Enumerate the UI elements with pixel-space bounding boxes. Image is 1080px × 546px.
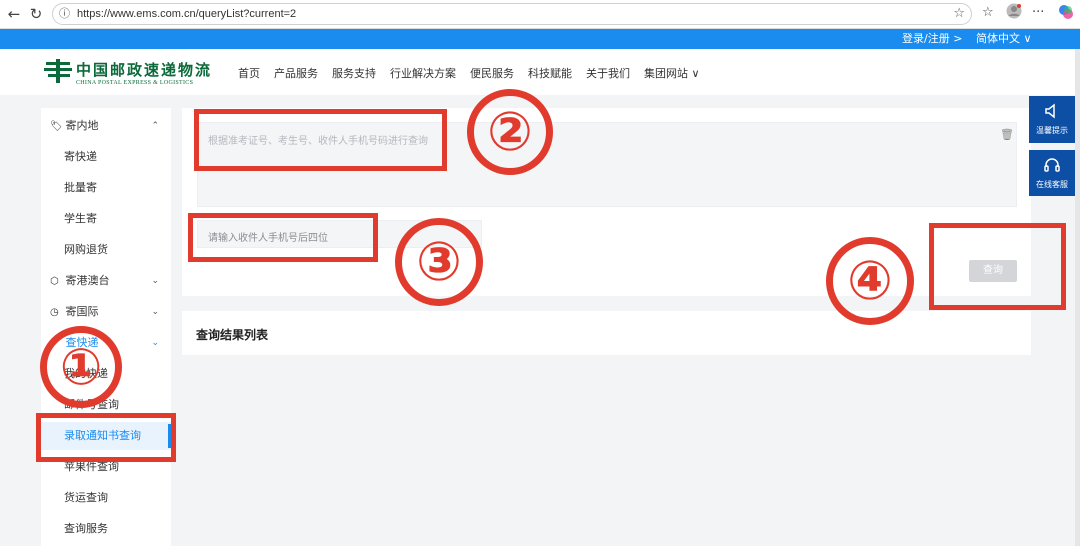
sidebar: 🏷︎ 寄内地 ⌃ 寄快递 批量寄 学生寄 网购退货 ⬡ 寄港澳台 ⌄ ◷ 寄国际… [41, 108, 171, 546]
chevron-down-icon: ⌄ [151, 307, 159, 317]
annotation-number-1: ① [40, 326, 122, 408]
globe-icon: ◷ [50, 307, 59, 318]
sidebar-item-online-return[interactable]: 网购退货 [41, 236, 171, 264]
tips-label: 温馨提示 [1036, 126, 1068, 135]
annotation-box-2 [194, 109, 447, 171]
annotation-number-3: ③ [395, 218, 483, 306]
language-select[interactable]: 简体中文 ∨ [976, 31, 1032, 46]
profile-icon[interactable] [1006, 3, 1022, 23]
online-service-button[interactable]: 在线客服 [1029, 150, 1075, 196]
nav-group-sites[interactable]: 集团网站 ∨ [644, 65, 700, 81]
annotation-box-4 [929, 223, 1066, 310]
annotation-number-2: ② [467, 89, 553, 175]
nav-convenience[interactable]: 便民服务 [470, 65, 514, 81]
reload-icon[interactable]: ↻ [26, 4, 46, 24]
annotation-box-1 [36, 413, 176, 462]
scrollbar[interactable] [1075, 49, 1080, 546]
url-text[interactable]: https://www.ems.com.cn/queryList?current… [77, 7, 296, 22]
site-header: 中国邮政速递物流 CHINA POSTAL EXPRESS & LOGISTIC… [0, 49, 1080, 95]
nav-products[interactable]: 产品服务 [274, 65, 318, 81]
headset-icon [1029, 150, 1075, 179]
nav-about[interactable]: 关于我们 [586, 65, 630, 81]
nav-support[interactable]: 服务支持 [332, 65, 376, 81]
more-icon[interactable]: ··· [1032, 5, 1044, 20]
favorites-icon[interactable]: ☆ [982, 5, 994, 20]
results-panel: 查询结果列表 [182, 311, 1031, 355]
star-icon[interactable]: ☆ [953, 6, 965, 21]
results-title: 查询结果列表 [196, 328, 269, 342]
logo-text-cn[interactable]: 中国邮政速递物流 [76, 59, 212, 80]
annotation-number-4: ④ [826, 237, 914, 325]
online-service-label: 在线客服 [1036, 180, 1068, 189]
sidebar-item-query-service[interactable]: 查询服务 [41, 515, 171, 543]
sidebar-group-hk-macao-tw[interactable]: ⬡ 寄港澳台 ⌄ [41, 267, 171, 295]
annotation-box-3 [188, 213, 378, 262]
nav-home[interactable]: 首页 [238, 65, 260, 81]
sidebar-item-send-express[interactable]: 寄快递 [41, 143, 171, 171]
trash-icon[interactable]: 🗑︎ [1000, 128, 1014, 141]
chevron-up-icon: ⌃ [151, 121, 159, 131]
sidebar-item-label: 寄内地 [65, 119, 99, 132]
sidebar-item-bulk-send[interactable]: 批量寄 [41, 174, 171, 202]
arrow-left-icon[interactable]: ← [4, 4, 24, 24]
chevron-down-icon: ⌄ [151, 276, 159, 286]
sidebar-item-student-send[interactable]: 学生寄 [41, 205, 171, 233]
nav-solutions[interactable]: 行业解决方案 [390, 65, 456, 81]
chevron-down-icon: ⌄ [151, 338, 159, 348]
sidebar-item-label: 寄港澳台 [65, 274, 110, 287]
sidebar-group-domestic[interactable]: 🏷︎ 寄内地 ⌃ [41, 112, 171, 140]
sidebar-item-label: 寄国际 [65, 305, 99, 318]
tips-button[interactable]: 温馨提示 [1029, 96, 1075, 143]
tag-icon: 🏷︎ [50, 121, 63, 132]
speaker-icon [1029, 96, 1075, 125]
top-bar: 登录/注册 > 简体中文 ∨ [0, 29, 1080, 49]
logo-text-en: CHINA POSTAL EXPRESS & LOGISTICS [76, 80, 194, 86]
login-link[interactable]: 登录/注册 > [902, 31, 962, 46]
sidebar-group-international[interactable]: ◷ 寄国际 ⌄ [41, 298, 171, 326]
china-post-logo-icon[interactable] [44, 59, 72, 83]
cube-icon: ⬡ [50, 276, 59, 287]
browser-toolbar: ← ↻ ⓘ https://www.ems.com.cn/queryList?c… [0, 0, 1080, 29]
nav-technology[interactable]: 科技赋能 [528, 65, 572, 81]
sidebar-item-freight[interactable]: 货运查询 [41, 484, 171, 512]
address-bar[interactable]: ⓘ https://www.ems.com.cn/queryList?curre… [52, 3, 972, 25]
main-nav: 首页 产品服务 服务支持 行业解决方案 便民服务 科技赋能 关于我们 集团网站 … [238, 65, 700, 81]
copilot-icon[interactable] [1058, 4, 1074, 24]
site-info-icon[interactable]: ⓘ [59, 7, 73, 21]
